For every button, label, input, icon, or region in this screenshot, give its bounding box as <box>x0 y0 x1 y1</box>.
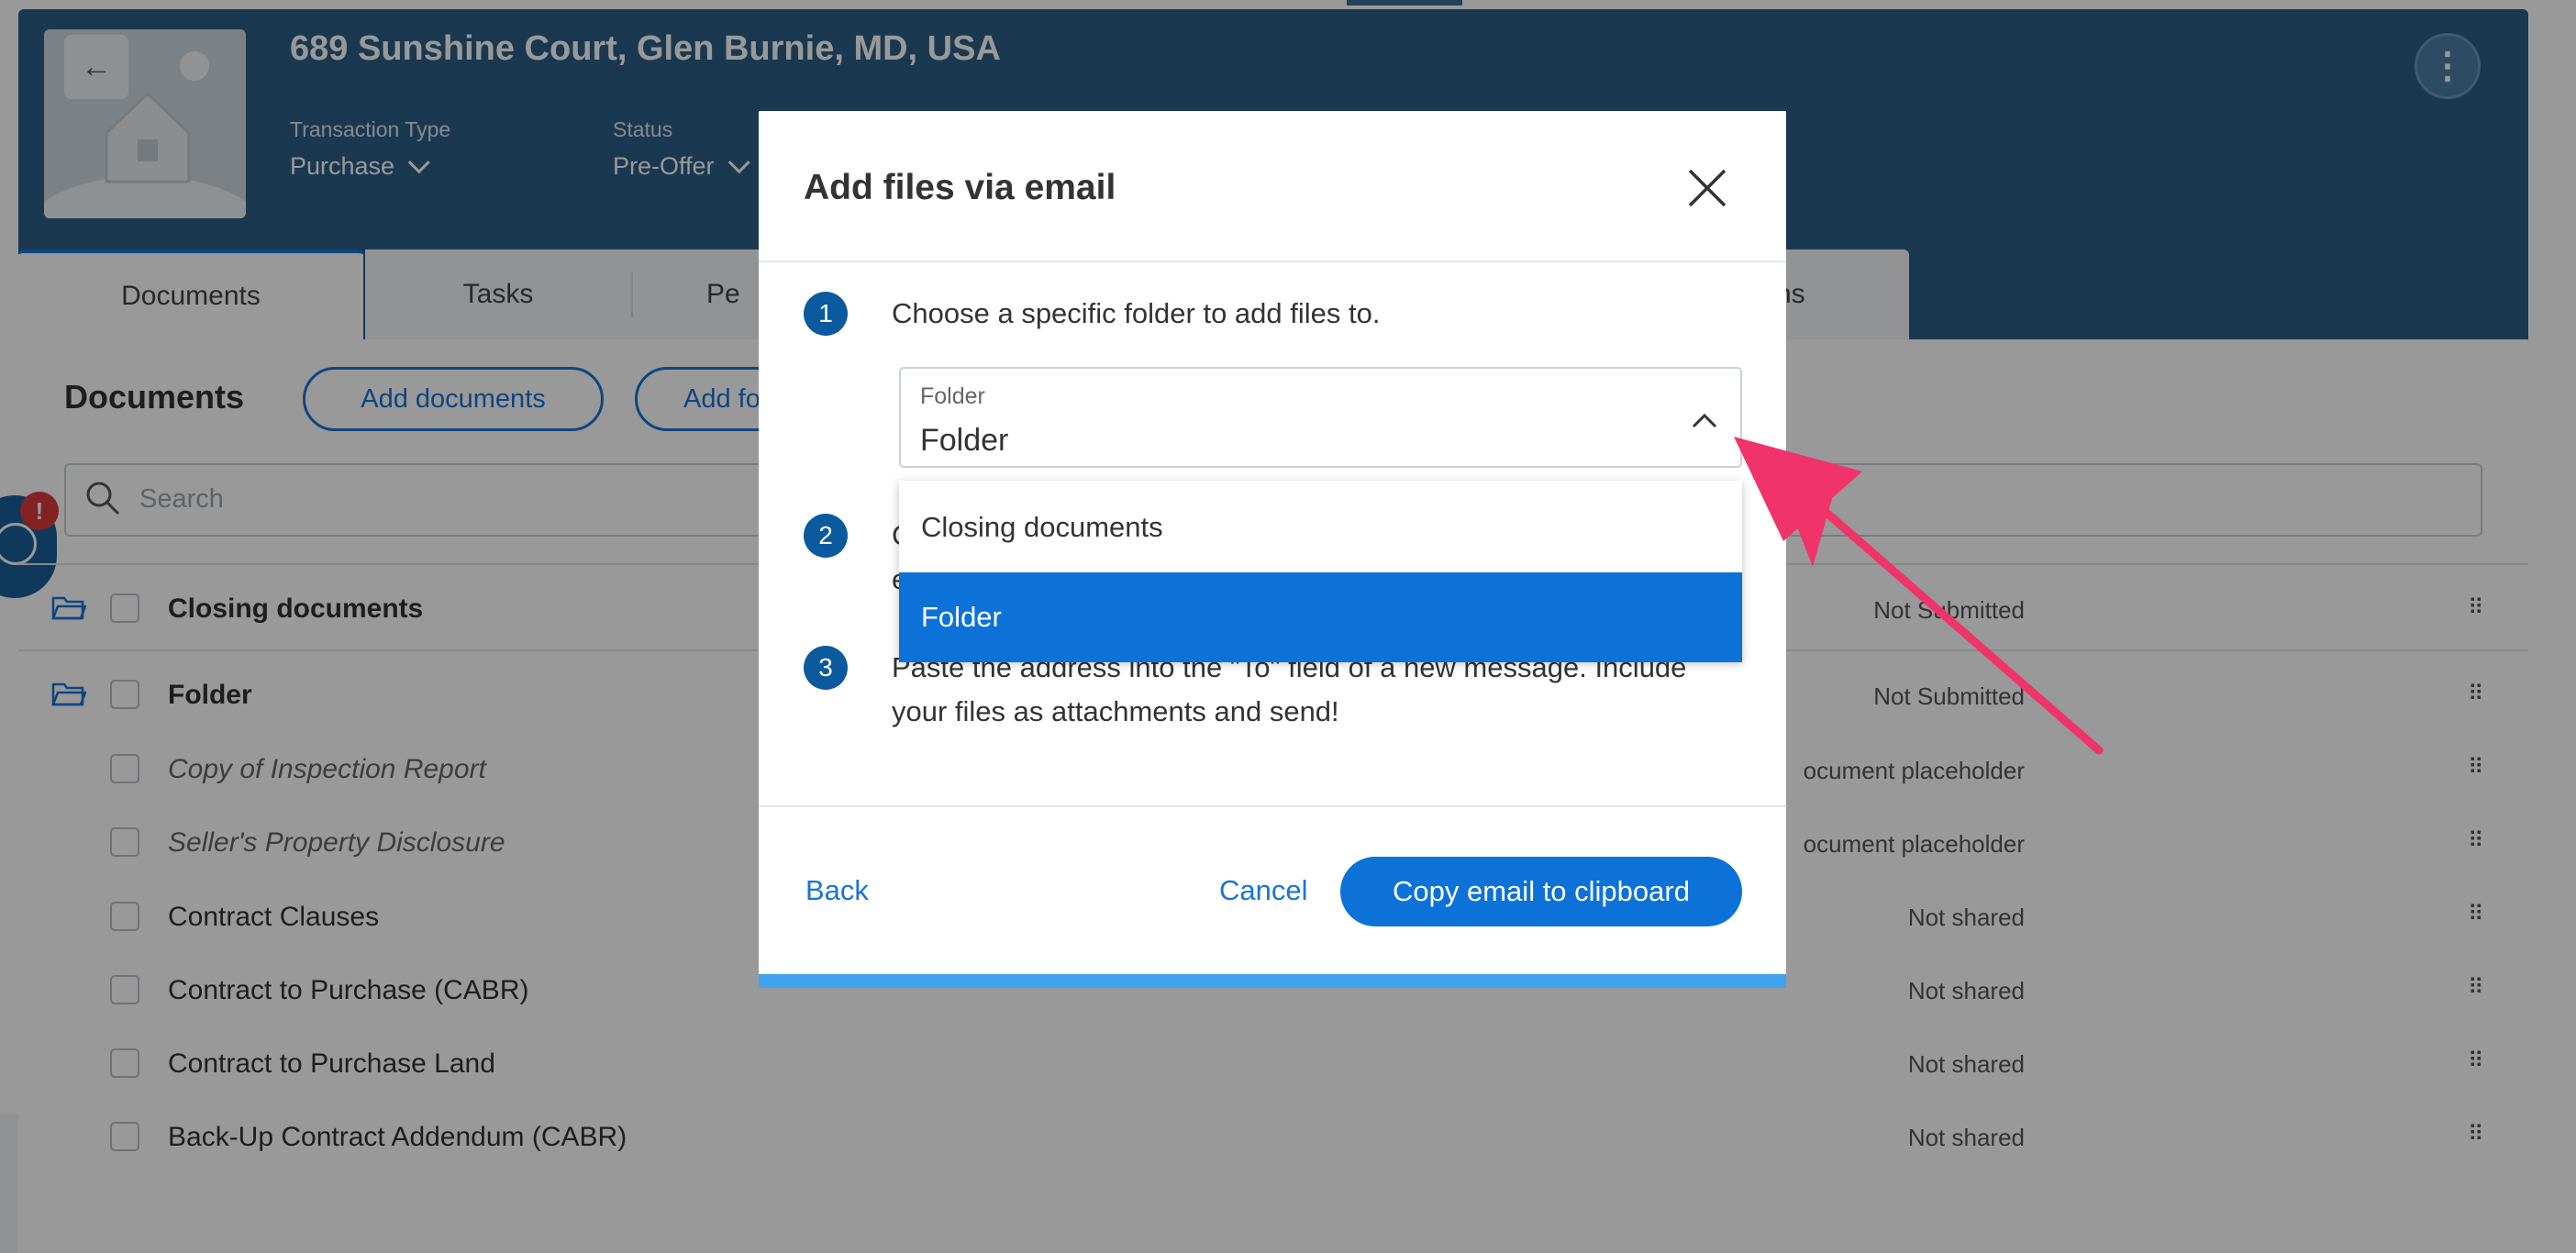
step-1-text: Choose a specific folder to add files to… <box>892 297 1381 329</box>
step-3-badge: 3 <box>804 646 848 690</box>
dialog-accent-bar <box>759 974 1786 988</box>
dialog-header-divider <box>759 261 1786 262</box>
close-icon[interactable] <box>1684 165 1730 211</box>
folder-select-value: Folder <box>920 423 1009 458</box>
folder-option-closing-documents[interactable]: Closing documents <box>899 482 1742 572</box>
annotation-arrow-icon <box>1734 437 2104 755</box>
back-button[interactable]: Back <box>805 874 869 907</box>
step-2-badge: 2 <box>804 514 848 558</box>
folder-select[interactable] <box>899 367 1742 468</box>
chevron-up-icon <box>1692 413 1717 428</box>
folder-option-folder[interactable]: Folder <box>899 572 1742 662</box>
copy-email-button[interactable]: Copy email to clipboard <box>1340 857 1742 926</box>
folder-select-label: Folder <box>920 383 985 409</box>
step-1-badge: 1 <box>804 292 848 336</box>
dialog-title: Add files via email <box>804 168 1116 207</box>
cancel-button[interactable]: Cancel <box>1219 874 1308 907</box>
dialog-footer-divider <box>759 805 1786 807</box>
